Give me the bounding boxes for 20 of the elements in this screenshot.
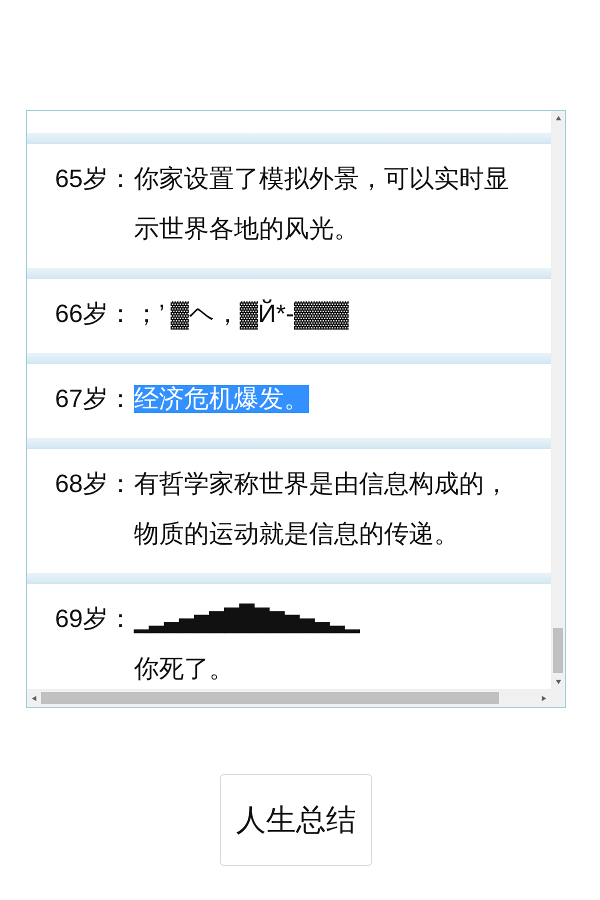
caret-left-icon	[30, 694, 38, 702]
scrollbar-thumb[interactable]	[41, 692, 499, 704]
scrollbar-thumb[interactable]	[553, 628, 563, 673]
age-label: 66岁：	[55, 299, 134, 330]
vertical-scrollbar[interactable]	[551, 111, 565, 689]
age-label: 69岁：	[55, 604, 134, 635]
entry-text: 有哲学家称世界是由信息构成的，物质的运动就是信息的传递。	[134, 470, 509, 548]
entry-text: 你家设置了模拟外景，可以实时显示世界各地的风光。	[134, 165, 509, 243]
age-label: 68岁：	[55, 469, 134, 500]
caret-right-icon	[540, 694, 548, 702]
summary-button[interactable]: 人生总结	[220, 774, 372, 866]
entry-text: ；’ ▓ヘ，▓Й*-▓▓▓	[134, 300, 349, 328]
age-label: 65岁：	[55, 164, 134, 195]
entry-text: 你死了。	[134, 655, 234, 683]
horizontal-scrollbar[interactable]	[27, 689, 551, 707]
age-label: 67岁：	[55, 384, 134, 415]
caret-down-icon	[554, 678, 562, 686]
entry-text: ▁▂▃▄▅▆▇█▇▆▅▄▃▂▁	[134, 604, 360, 633]
selected-entry-text: 经济危机爆发。	[134, 385, 309, 413]
caret-up-icon	[554, 114, 562, 122]
